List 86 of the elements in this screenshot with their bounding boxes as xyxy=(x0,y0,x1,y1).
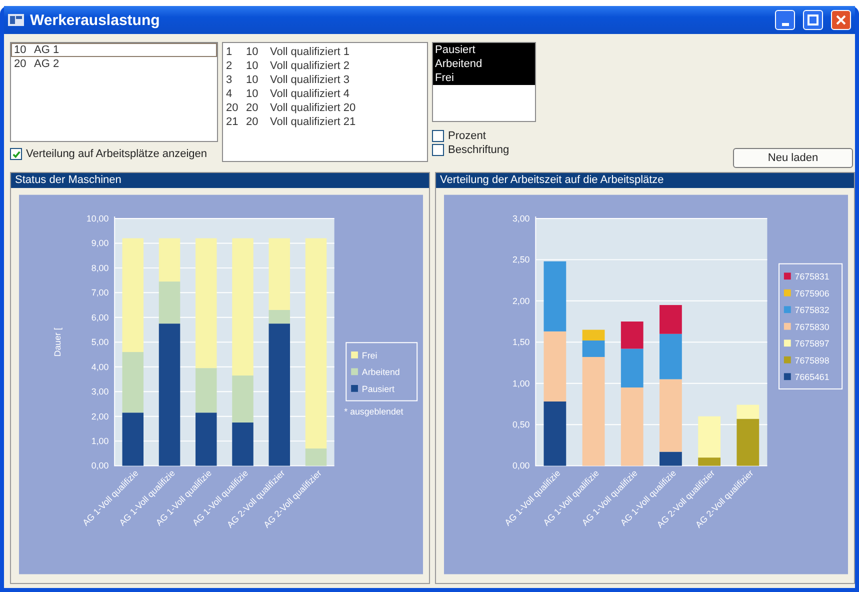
axis-tick-label: 2,00 xyxy=(512,296,530,306)
axis-tick-label: 10,00 xyxy=(86,213,109,224)
axis-tick-label: 4,00 xyxy=(91,362,109,372)
close-icon xyxy=(835,14,847,26)
worker-list[interactable]: 1 10 Voll qualifiziert 1 2 10 Voll qualifiziert 2 3 10 Voll qualifiziert 3 4 10 Voll qualifiziert 4 20 20 Voll qualifiziert 20 21 20 Voll qualifiziert 21 xyxy=(222,42,428,162)
list-cell[interactable]: Voll qualifiziert 20 xyxy=(270,102,356,114)
axis-tick-label: 9,00 xyxy=(91,238,109,248)
bar-segment xyxy=(122,412,144,466)
minimize-icon xyxy=(782,22,788,26)
bar-segment xyxy=(620,322,644,349)
list-cell[interactable]: Voll qualifiziert 1 xyxy=(270,46,350,58)
legend-label: Pausiert xyxy=(362,384,394,394)
maximize-icon xyxy=(807,14,819,26)
bar-segment xyxy=(158,238,180,282)
legend-label: Arbeitend xyxy=(362,367,400,378)
list-cell[interactable]: 10 xyxy=(246,46,264,58)
legend-label: 7675906 xyxy=(794,288,830,298)
list-cell-text: 10 xyxy=(14,44,28,56)
legend-swatch xyxy=(351,368,358,376)
list-cell[interactable]: 10 xyxy=(246,74,264,86)
axis-tick-label: 5,00 xyxy=(91,337,109,348)
legend-label: 7675830 xyxy=(794,322,830,332)
list-cell[interactable]: 3 xyxy=(226,74,240,86)
minimize-button[interactable] xyxy=(775,10,795,30)
axis-tick-label: 0,00 xyxy=(91,460,109,471)
app-icon xyxy=(8,14,24,26)
list-cell[interactable]: 21 xyxy=(226,116,240,128)
close-button[interactable] xyxy=(831,10,851,30)
checkbox[interactable] xyxy=(432,130,444,142)
axis-tick-label: 1,50 xyxy=(512,337,530,348)
list-item[interactable]: Frei xyxy=(433,71,535,85)
list-cell[interactable]: 20 xyxy=(246,116,264,128)
legend-label: 7675897 xyxy=(794,338,830,349)
axis-tick-label: 3,00 xyxy=(512,213,530,224)
axis-tick-label: 1,00 xyxy=(91,436,109,446)
checkbox-label: Beschriftung xyxy=(448,144,510,156)
list-row[interactable]: 20 AG 2 xyxy=(11,57,217,71)
legend-label: 7665461 xyxy=(794,372,830,382)
checkbox[interactable] xyxy=(432,144,444,156)
reload-button[interactable]: Neu laden xyxy=(733,148,853,168)
list-cell[interactable]: Voll qualifiziert 4 xyxy=(270,88,350,100)
axis-tick-label: 3,00 xyxy=(91,386,109,397)
list-cell[interactable]: 2 xyxy=(226,60,240,72)
bar-segment xyxy=(232,422,254,466)
axis-tick-label: 2,50 xyxy=(512,254,530,265)
bar-segment xyxy=(544,331,566,402)
maximize-button[interactable] xyxy=(803,10,823,30)
list-cell: AG 1 xyxy=(34,44,60,56)
axis-tick-label: 0,50 xyxy=(512,420,530,430)
checkbox[interactable] xyxy=(10,148,22,160)
list-cell[interactable]: Voll qualifiziert 21 xyxy=(270,116,356,128)
list-cell[interactable]: 4 xyxy=(226,88,240,100)
axis-tick-label: 2,00 xyxy=(91,411,109,422)
list-cell[interactable]: 20 xyxy=(226,102,240,114)
chart-note: * ausgeblendet xyxy=(344,406,404,417)
list-cell[interactable]: 10 xyxy=(246,88,264,100)
list-cell[interactable]: Voll qualifiziert 2 xyxy=(270,60,350,72)
list-cell[interactable]: 10 xyxy=(246,60,264,72)
axis-tick-label: 6,00 xyxy=(91,312,109,322)
axis-tick-label: 1,00 xyxy=(512,378,530,388)
status-list[interactable]: Pausiert Arbeitend Frei xyxy=(432,42,536,122)
list-cell[interactable]: Voll qualifiziert 3 xyxy=(270,74,350,86)
axis-tick-label: 7,00 xyxy=(91,288,109,298)
bar-segment xyxy=(544,402,566,466)
list-cell: AG 2 xyxy=(34,58,60,70)
list-cell-text: 20 xyxy=(14,58,28,70)
list-cell[interactable]: 20 xyxy=(246,102,264,114)
legend-label: 7675898 xyxy=(794,355,830,366)
axis-title: Dauer [ xyxy=(52,328,62,357)
list-item[interactable]: Arbeitend xyxy=(433,57,535,71)
list-cell[interactable]: 1 xyxy=(226,46,240,58)
bar-segment xyxy=(196,412,217,466)
list-row[interactable]: 10 AG 1 xyxy=(11,43,217,57)
workgroup-list[interactable]: 10 AG 1 20 AG 2 xyxy=(10,42,218,142)
list-item[interactable]: Pausiert xyxy=(433,43,535,57)
axis-tick-label: 0,00 xyxy=(512,460,530,471)
panel-header: Verteilung der Arbeitszeit auf die Arbeitsplätze xyxy=(436,173,854,188)
legend-label: Frei xyxy=(362,350,378,360)
legend-label: 7675832 xyxy=(794,305,830,316)
window-title: Werkerauslastung xyxy=(30,12,161,28)
legend-label: 7675831 xyxy=(794,272,830,282)
checkbox-label: Verteilung auf Arbeitsplätze anzeigen xyxy=(26,148,208,160)
panel-header: Status der Maschinen xyxy=(11,173,429,188)
axis-tick-label: 8,00 xyxy=(91,262,109,273)
bar-segment xyxy=(544,261,566,332)
checkbox-label: Prozent xyxy=(448,130,486,142)
